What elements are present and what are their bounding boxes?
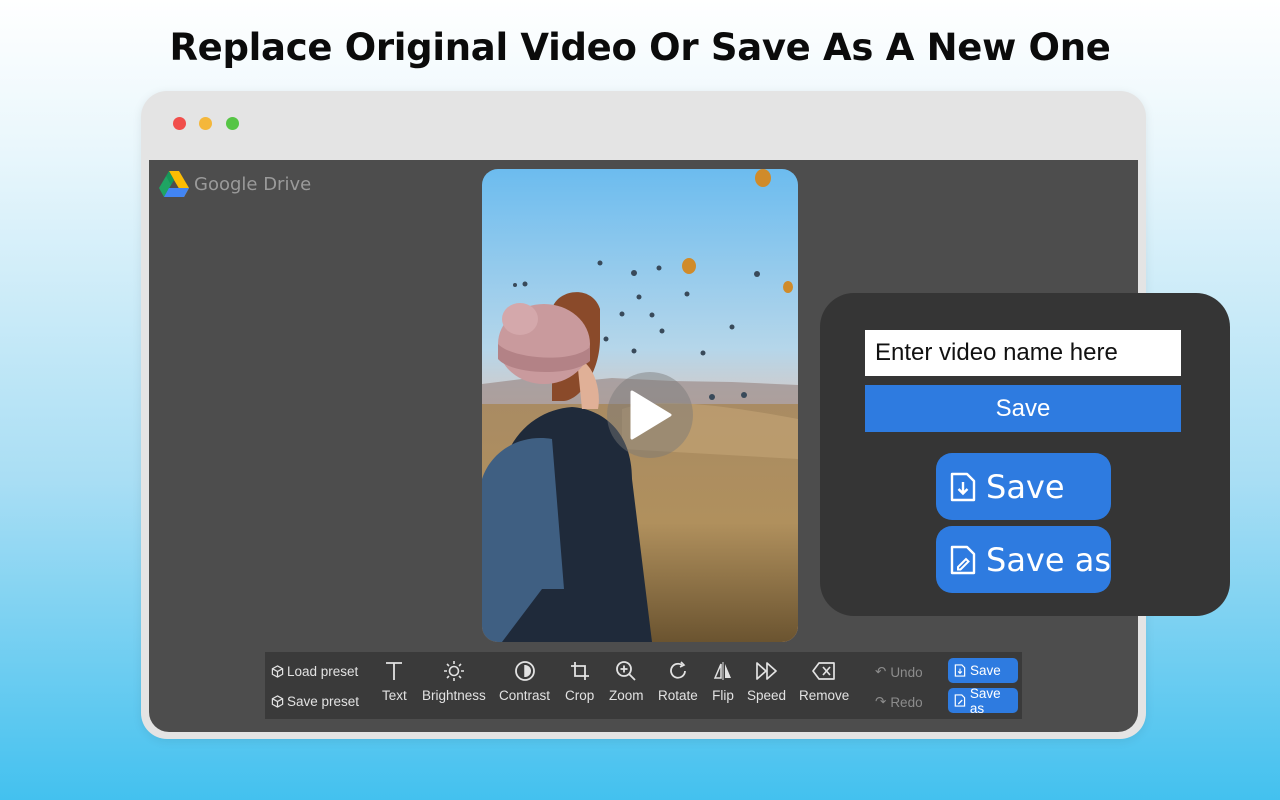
page-headline: Replace Original Video Or Save As A New … [169, 26, 1111, 69]
flip-tool-button[interactable]: Flip [712, 660, 734, 703]
flip-tool-label: Flip [712, 688, 734, 703]
brightness-tool-button[interactable]: Brightness [422, 660, 486, 703]
cube-icon [271, 695, 284, 708]
save-as-zoomed-label: Save as [986, 540, 1111, 579]
zoom-in-icon [616, 661, 636, 681]
fast-forward-icon [755, 662, 777, 680]
google-drive-logo-icon [159, 171, 189, 197]
contrast-icon [514, 661, 535, 681]
toolbar-save-button[interactable]: Save [948, 658, 1018, 683]
save-as-button-zoomed[interactable]: Save as [936, 526, 1111, 593]
maximize-window-dot[interactable] [226, 117, 239, 130]
file-edit-icon [954, 694, 966, 707]
redo-button[interactable]: ↷ Redo [875, 694, 923, 710]
rotate-tool-button[interactable]: Rotate [658, 660, 698, 703]
zoom-tool-label: Zoom [609, 688, 644, 703]
google-drive-brand-text: Google Drive [194, 174, 312, 195]
google-drive-logo[interactable]: Google Drive [159, 171, 311, 198]
rotate-icon [670, 661, 686, 679]
backspace-icon [812, 662, 835, 680]
file-save-icon [950, 472, 976, 501]
video-preview[interactable] [482, 169, 798, 642]
crop-tool-button[interactable]: Crop [565, 660, 594, 703]
toolbar-save-label: Save [970, 663, 1001, 678]
undo-button[interactable]: ↶ Undo [875, 664, 923, 680]
file-edit-icon [950, 545, 976, 574]
redo-label: Redo [890, 694, 923, 710]
cube-icon [271, 665, 284, 678]
remove-tool-button[interactable]: Remove [799, 660, 849, 703]
brightness-tool-label: Brightness [422, 688, 486, 703]
minimize-window-dot[interactable] [199, 117, 212, 130]
rotate-tool-label: Rotate [658, 688, 698, 703]
speed-tool-label: Speed [747, 688, 787, 703]
file-save-icon [954, 664, 966, 677]
save-button-zoomed[interactable]: Save [936, 453, 1111, 520]
contrast-tool-button[interactable]: Contrast [499, 660, 550, 703]
panel-save-button[interactable]: Save [865, 385, 1181, 432]
flip-icon [713, 662, 731, 680]
undo-icon: ↶ [875, 664, 887, 679]
toolbar-save-as-button[interactable]: Save as [948, 685, 1018, 716]
save-options-panel: Save Save Save as [820, 293, 1230, 616]
save-preset-button[interactable]: Save preset [271, 694, 359, 709]
contrast-tool-label: Contrast [499, 688, 551, 703]
crop-icon [570, 662, 589, 680]
remove-tool-label: Remove [799, 688, 850, 703]
play-icon [630, 390, 672, 440]
redo-icon: ↷ [875, 694, 887, 709]
video-name-input[interactable] [865, 330, 1181, 376]
close-window-dot[interactable] [173, 117, 186, 130]
load-preset-button[interactable]: Load preset [271, 664, 358, 679]
panel-save-label: Save [995, 394, 1051, 422]
undo-label: Undo [890, 664, 923, 680]
text-tool-label: Text [382, 688, 407, 703]
play-button[interactable] [607, 372, 693, 458]
editor-toolbar: Load preset Save preset Text Brightness … [265, 652, 1022, 719]
text-icon [386, 662, 403, 680]
save-preset-label: Save preset [287, 694, 360, 709]
zoom-tool-button[interactable]: Zoom [609, 660, 644, 703]
speed-tool-button[interactable]: Speed [747, 660, 786, 703]
load-preset-label: Load preset [287, 664, 359, 679]
text-tool-button[interactable]: Text [382, 660, 407, 703]
crop-tool-label: Crop [565, 688, 595, 703]
toolbar-save-as-label: Save as [969, 685, 1001, 716]
save-zoomed-label: Save [986, 467, 1065, 506]
brightness-icon [443, 661, 464, 681]
